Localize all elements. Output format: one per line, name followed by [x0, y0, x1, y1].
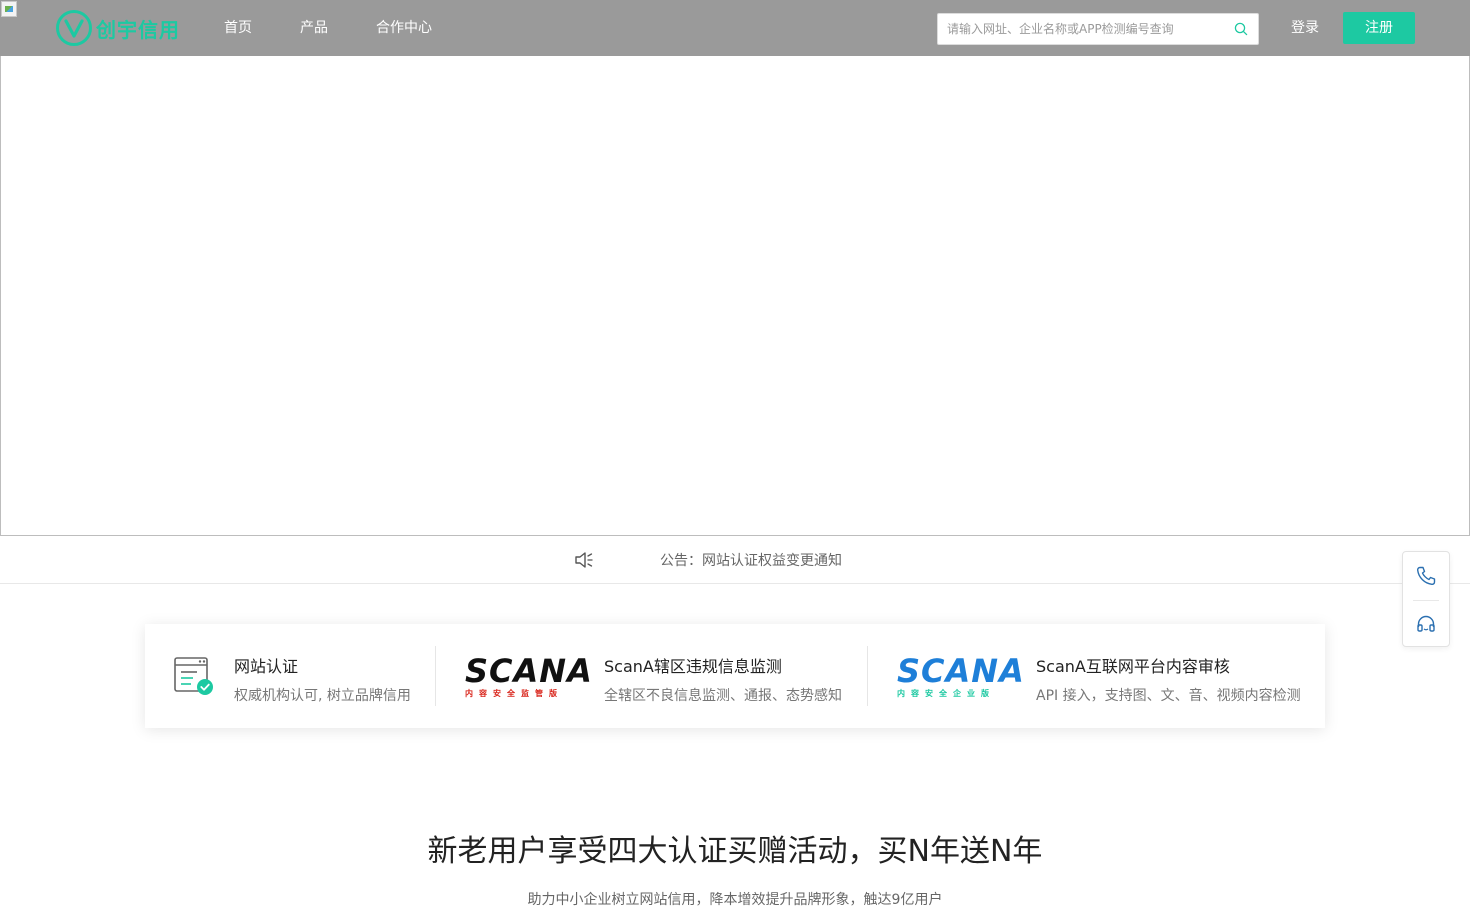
customer-service-button[interactable]: [1403, 600, 1449, 647]
certificate-icon: [174, 657, 213, 695]
register-button[interactable]: 注册: [1343, 12, 1415, 44]
broken-image-icon: [1, 1, 17, 17]
search-input[interactable]: [938, 14, 1228, 44]
scana-enterprise-logo: SCANA 内容安全企业版: [897, 655, 1025, 699]
search-icon[interactable]: [1234, 22, 1248, 36]
product-card-scana-enterprise[interactable]: SCANA 内容安全企业版 ScanA互联网平台内容审核 API 接入，支持图、…: [868, 624, 1325, 728]
product-card-scana-regulator[interactable]: SCANA 内容安全监管版 ScanA辖区违规信息监测 全辖区不良信息监测、通报…: [436, 624, 867, 728]
brand-logo[interactable]: 创宇信用: [56, 10, 180, 46]
promo-subtitle: 助力中小企业树立网站信用，降本增效提升品牌形象，触达9亿用户: [527, 892, 943, 908]
page: 创宇信用 首页 产品 合作中心 登录 注册 公告：网站认证权益变更通知: [0, 0, 1470, 923]
search-box: [937, 13, 1259, 45]
product-card-website-certification[interactable]: 网站认证 权威机构认可, 树立品牌信用: [145, 624, 435, 728]
nav-item-products[interactable]: 产品: [300, 0, 328, 56]
main-nav: 首页 产品 合作中心: [224, 0, 480, 56]
login-link[interactable]: 登录: [1291, 0, 1319, 56]
hero-banner: [0, 56, 1470, 536]
product-cards: 网站认证 权威机构认可, 树立品牌信用 SCANA 内容安全监管版 ScanA辖…: [145, 624, 1325, 728]
product-description: 全辖区不良信息监测、通报、态势感知: [604, 688, 842, 704]
floating-contact-panel: [1402, 551, 1450, 647]
product-title: ScanA辖区违规信息监测: [604, 657, 782, 676]
nav-item-partner-center[interactable]: 合作中心: [376, 0, 432, 56]
product-description: API 接入，支持图、文、音、视频内容检测: [1036, 688, 1301, 704]
headset-icon: [1417, 615, 1435, 632]
promo-title: 新老用户享受四大认证买赠活动，买N年送N年: [427, 834, 1043, 869]
phone-button[interactable]: [1403, 552, 1449, 599]
announcement-link[interactable]: 公告：网站认证权益变更通知: [660, 536, 842, 586]
scana-regulator-logo: SCANA 内容安全监管版: [465, 655, 593, 699]
announcement-bar: 公告：网站认证权益变更通知: [0, 536, 1470, 584]
scana-logo-word: SCANA: [897, 652, 1025, 690]
brand-name: 创宇信用: [96, 17, 180, 42]
product-title: ScanA互联网平台内容审核: [1036, 657, 1230, 676]
speaker-icon: [575, 552, 593, 568]
top-navbar: 创宇信用 首页 产品 合作中心 登录 注册: [0, 0, 1470, 56]
scana-logo-word: SCANA: [465, 652, 593, 690]
phone-icon: [1416, 566, 1436, 585]
nav-item-home[interactable]: 首页: [224, 0, 252, 56]
product-title: 网站认证: [234, 657, 299, 676]
product-description: 权威机构认可, 树立品牌信用: [234, 688, 411, 704]
logo-v-icon: [56, 10, 92, 46]
